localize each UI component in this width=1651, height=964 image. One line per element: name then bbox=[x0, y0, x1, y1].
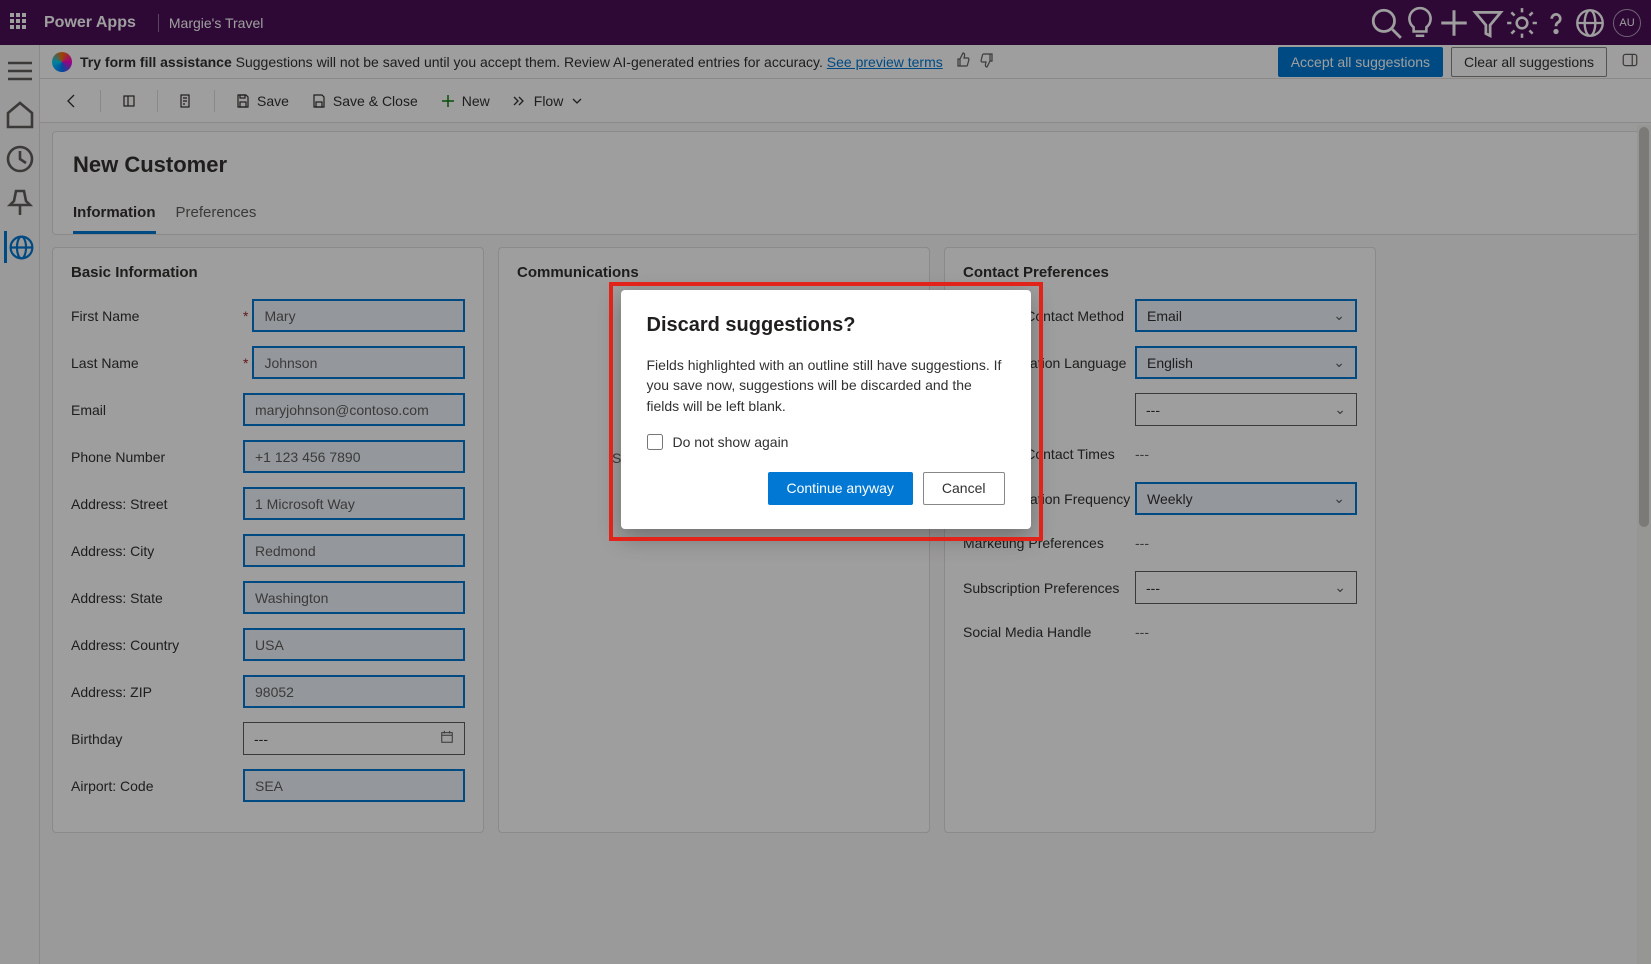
annotation-highlight bbox=[609, 282, 1043, 541]
modal-overlay: Discard suggestions? Fields highlighted … bbox=[0, 0, 1651, 964]
